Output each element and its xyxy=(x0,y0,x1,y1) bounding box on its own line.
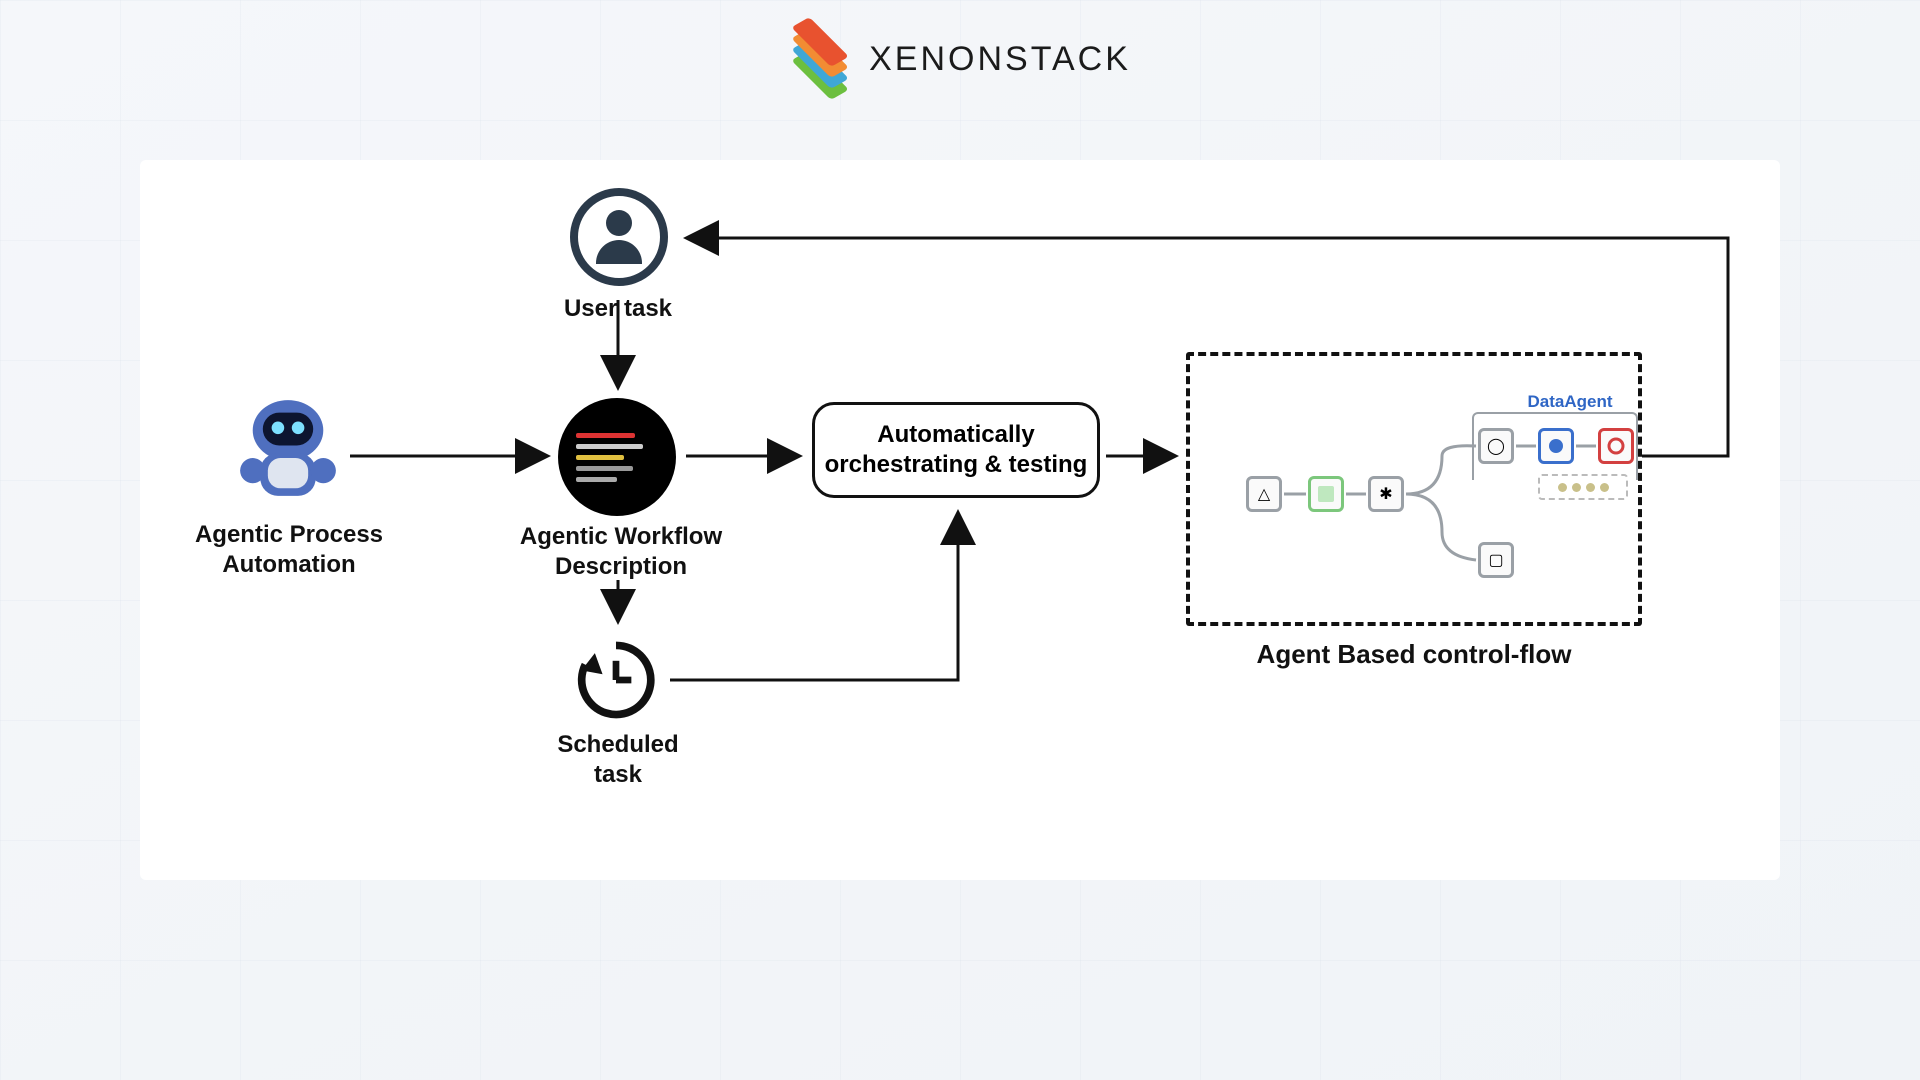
brand-name: XENONSTACK xyxy=(869,40,1131,79)
flow-start-icon: △ xyxy=(1246,476,1282,512)
diagram-canvas: XENONSTACK xyxy=(0,0,1920,1080)
scheduled-task-icon xyxy=(568,632,664,728)
flow-agent-blue-icon xyxy=(1538,428,1574,464)
flow-gear-icon: ✱ xyxy=(1368,476,1404,512)
flow-sync-icon: ◯ xyxy=(1478,428,1514,464)
stack-logo-icon xyxy=(789,28,851,90)
robot-icon xyxy=(225,390,351,516)
agentic-workflow-description-label: Agentic Workflow Description xyxy=(498,522,744,582)
flow-output-icon: ▢ xyxy=(1478,542,1514,578)
flow-stop-icon xyxy=(1598,428,1634,464)
agentic-process-automation-label: Agentic Process Automation xyxy=(166,520,412,580)
agent-flow-nodes: DataAgent △ ✱ ◯ xyxy=(1190,356,1638,622)
agent-control-flow-label: Agent Based control-flow xyxy=(1186,638,1642,671)
agent-control-flow-box: DataAgent △ ✱ ◯ xyxy=(1186,352,1642,626)
orchestration-box: Automatically orchestrating & testing xyxy=(812,402,1100,498)
flow-data-icon xyxy=(1308,476,1344,512)
flow-queue-icon xyxy=(1538,474,1628,500)
user-task-label: User task xyxy=(538,294,698,324)
workflow-code-icon xyxy=(558,398,676,516)
scheduled-task-label: Scheduled task xyxy=(534,730,702,790)
diagram-panel: User task Agentic Process Automation xyxy=(140,160,1780,880)
brand-logo-block: XENONSTACK xyxy=(789,28,1131,90)
user-icon xyxy=(570,188,668,286)
